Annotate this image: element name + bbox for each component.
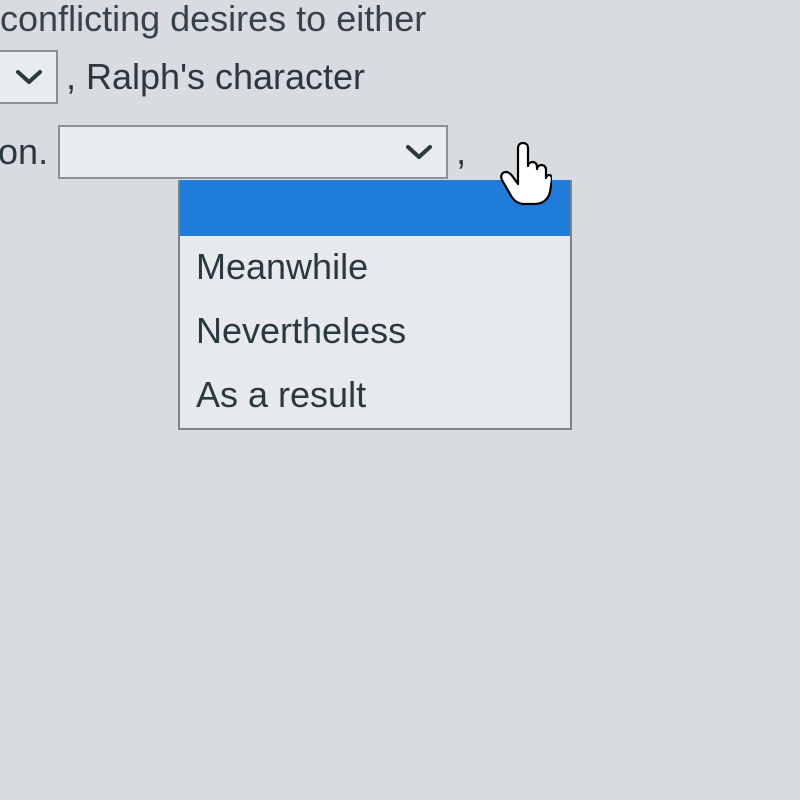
dropdown-option-blank[interactable] [180,180,570,236]
dropdown-2-listbox[interactable]: Meanwhile Nevertheless As a result [178,180,572,430]
dropdown-option-as-a-result[interactable]: As a result [180,364,570,428]
chevron-down-icon [16,69,42,85]
dropdown-1[interactable] [0,50,58,104]
passage-text-comma: , [456,125,466,179]
dropdown-option-nevertheless[interactable]: Nevertheless [180,300,570,364]
passage-text-line2: , Ralph's character [66,50,365,104]
dropdown-option-meanwhile[interactable]: Meanwhile [180,236,570,300]
dropdown-2[interactable] [58,125,448,179]
chevron-down-icon [406,144,432,160]
passage-text-line3-prefix: oition. [0,125,48,179]
passage-text-line1: e conflicting desires to either [0,0,426,46]
